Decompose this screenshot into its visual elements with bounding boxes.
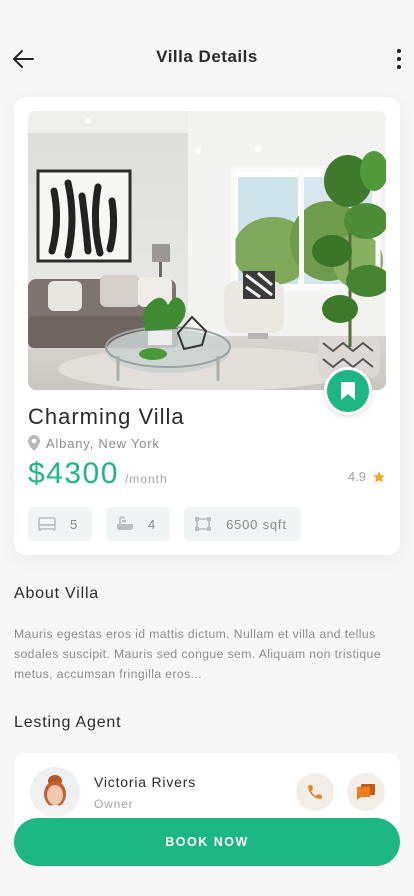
feature-value: 6500 sqft: [226, 516, 287, 532]
feature-bedrooms: 5: [28, 507, 93, 541]
property-card: Charming Villa Albany, New York $4300 /m…: [14, 97, 400, 555]
feature-area: 6500 sqft: [184, 507, 301, 541]
bookmark-button[interactable]: [324, 367, 372, 415]
star-icon: [373, 470, 385, 483]
bathtub-icon: [117, 516, 134, 530]
price-unit: /month: [124, 472, 168, 486]
location-text: Albany, New York: [46, 435, 160, 451]
phone-icon: [308, 785, 322, 799]
property-photo: [28, 111, 386, 390]
living-room-image: [28, 111, 386, 390]
chat-icon: [357, 784, 375, 800]
bed-icon: [38, 517, 56, 531]
agent-name: Victoria Rivers: [94, 774, 196, 790]
area-icon: [195, 517, 212, 531]
message-agent-button[interactable]: [347, 773, 385, 811]
agent-role: Owner: [94, 797, 134, 811]
feature-value: 5: [70, 516, 79, 532]
bookmark-icon: [341, 382, 355, 400]
feature-value: 4: [148, 516, 157, 532]
feature-bathrooms: 4: [106, 507, 171, 541]
avatar: [30, 767, 80, 817]
more-options-button[interactable]: [392, 46, 406, 72]
location-pin-icon: [28, 435, 40, 451]
agent-section-title: Lesting Agent: [14, 714, 122, 731]
agent-photo: [30, 767, 80, 817]
property-location: Albany, New York: [28, 435, 160, 451]
property-name: Charming Villa: [28, 404, 185, 429]
more-vertical-icon: [397, 49, 401, 53]
about-description: Mauris egestas eros id mattis dictum. Nu…: [14, 627, 381, 681]
rating: 4.9: [348, 469, 386, 484]
about-title: About Villa: [14, 585, 100, 602]
rating-value: 4.9: [347, 469, 366, 484]
price-value: $4300: [28, 457, 119, 490]
page-title: Villa Details: [156, 47, 258, 66]
call-agent-button[interactable]: [296, 773, 334, 811]
feature-list: 5 4 6500 sqft: [28, 507, 301, 541]
book-now-button[interactable]: BOOK NOW: [14, 818, 400, 866]
price-row: $4300 /month: [28, 457, 168, 491]
